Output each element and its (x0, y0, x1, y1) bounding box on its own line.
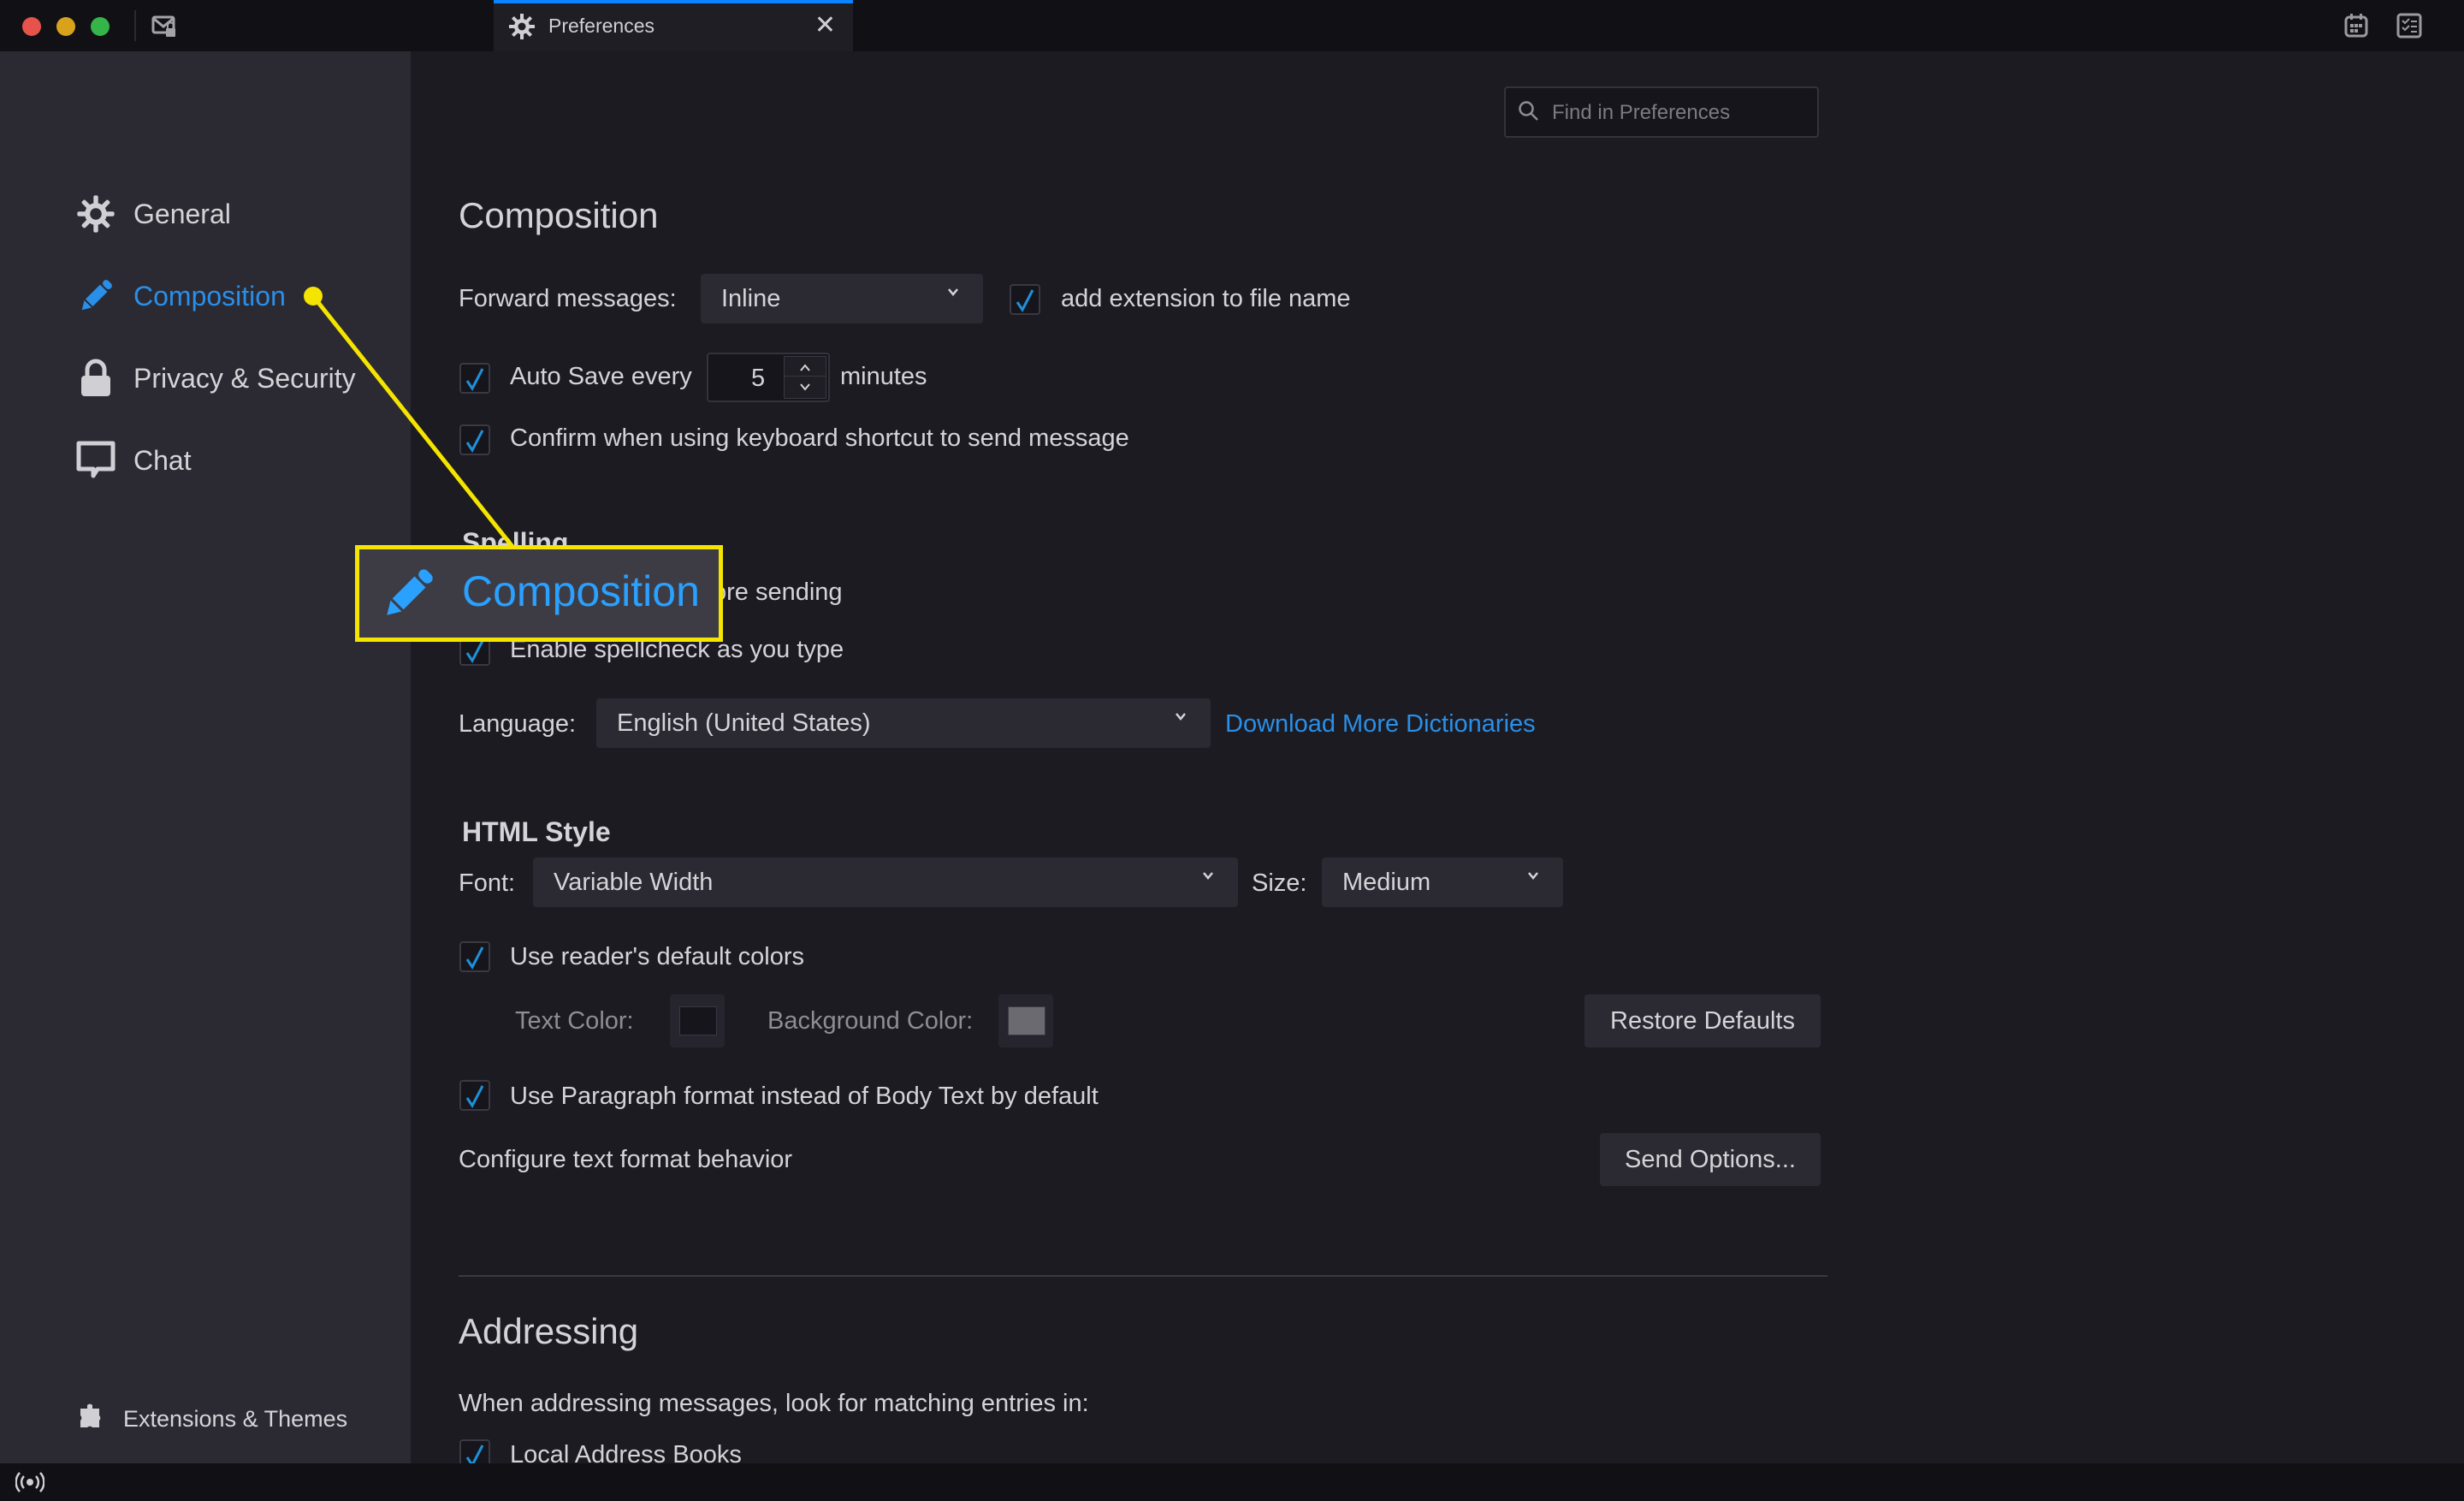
find-in-preferences-search[interactable] (1504, 86, 1819, 138)
title-bar: Preferences ✕ (0, 0, 2464, 51)
language-select[interactable]: English (United States) (596, 698, 1211, 748)
checkmark-icon (465, 946, 484, 970)
auto-save-checkbox[interactable] (459, 363, 490, 394)
checkmark-icon (465, 1085, 484, 1108)
section-divider (459, 1275, 1827, 1277)
language-label: Language: (459, 710, 577, 738)
size-select[interactable]: Medium (1322, 857, 1563, 907)
chevron-down-icon (1203, 872, 1213, 880)
sidebar-item-label: General (133, 198, 231, 229)
forward-messages-label: Forward messages: (459, 285, 677, 312)
tasks-icon[interactable] (2396, 12, 2423, 39)
auto-save-label: Auto Save every (510, 363, 692, 390)
reader-default-colors-label: Use reader's default colors (510, 943, 805, 970)
forward-messages-select[interactable]: Inline (701, 274, 983, 323)
calendar-icon[interactable] (2343, 12, 2370, 39)
sidebar-item-chat[interactable]: Chat (75, 436, 192, 484)
callout-label: Composition (462, 567, 700, 615)
search-icon (1518, 100, 1540, 127)
online-status-icon[interactable] (15, 1470, 45, 1498)
sidebar: General Composition Privacy & Security C… (0, 51, 411, 1463)
addressing-heading: Addressing (459, 1311, 639, 1351)
size-label: Size: (1252, 869, 1307, 897)
reader-default-colors-checkbox[interactable] (459, 941, 490, 972)
text-color-picker[interactable] (670, 994, 725, 1047)
maximize-window-button[interactable] (91, 17, 110, 36)
tab-preferences[interactable]: Preferences ✕ (494, 0, 853, 51)
gear-icon (507, 12, 536, 45)
language-value: English (United States) (617, 709, 871, 737)
extensions-themes-label: Extensions & Themes (123, 1406, 348, 1432)
puzzle-icon (79, 1403, 104, 1435)
html-style-heading: HTML Style (462, 816, 611, 847)
checkmark-icon (465, 640, 484, 663)
extensions-themes-link[interactable]: Extensions & Themes (79, 1403, 347, 1435)
sidebar-item-general[interactable]: General (75, 190, 231, 238)
chevron-down-icon (1176, 713, 1186, 721)
chat-bubble-icon (75, 440, 116, 481)
sidebar-item-label: Composition (133, 280, 286, 311)
close-window-button[interactable] (22, 17, 41, 36)
add-extension-label: add extension to file name (1061, 285, 1351, 312)
composition-callout: Composition (355, 545, 723, 642)
paragraph-format-checkbox[interactable] (459, 1080, 490, 1111)
auto-save-minutes-stepper[interactable]: 5 (707, 353, 830, 402)
checkmark-icon (465, 430, 484, 453)
mail-lock-icon[interactable] (151, 12, 178, 39)
tab-label: Preferences (548, 15, 655, 37)
restore-defaults-button[interactable]: Restore Defaults (1584, 994, 1821, 1047)
search-input[interactable] (1550, 97, 1810, 129)
sidebar-item-label: Chat (133, 444, 192, 476)
composition-heading: Composition (459, 195, 659, 235)
background-color-swatch (1008, 1006, 1045, 1035)
font-value: Variable Width (554, 868, 714, 896)
lock-icon (75, 358, 116, 399)
download-dictionaries-link[interactable]: Download More Dictionaries (1225, 710, 1536, 739)
minutes-label: minutes (840, 363, 927, 390)
sidebar-item-composition[interactable]: Composition (75, 272, 286, 320)
chevron-down-icon (948, 288, 958, 296)
background-color-label: Background Color: (767, 1007, 974, 1035)
tab-active-indicator (494, 0, 853, 3)
minimize-window-button[interactable] (56, 17, 75, 36)
sidebar-item-label: Privacy & Security (133, 362, 356, 394)
pencil-icon (378, 563, 438, 629)
addressing-description: When addressing messages, look for match… (459, 1390, 1089, 1417)
auto-save-minutes-value: 5 (751, 365, 766, 392)
confirm-shortcut-label: Confirm when using keyboard shortcut to … (510, 424, 1129, 452)
forward-messages-value: Inline (721, 284, 781, 312)
checkmark-icon (1016, 289, 1034, 312)
paragraph-format-label: Use Paragraph format instead of Body Tex… (510, 1083, 1099, 1110)
font-label: Font: (459, 869, 516, 897)
gear-icon (75, 193, 116, 234)
text-color-label: Text Color: (515, 1007, 634, 1035)
text-color-swatch (679, 1006, 717, 1035)
font-select[interactable]: Variable Width (533, 857, 1238, 907)
stepper-down-button[interactable] (784, 376, 826, 399)
close-icon[interactable]: ✕ (814, 10, 836, 40)
status-bar (0, 1463, 2464, 1501)
pencil-icon (75, 276, 116, 317)
titlebar-divider (134, 10, 136, 41)
send-options-button[interactable]: Send Options... (1600, 1133, 1821, 1186)
background-color-picker[interactable] (998, 994, 1053, 1047)
configure-text-format-label: Configure text format behavior (459, 1146, 793, 1173)
chevron-down-icon (1528, 872, 1538, 880)
checkmark-icon (465, 368, 484, 391)
sidebar-item-privacy-security[interactable]: Privacy & Security (75, 354, 356, 402)
add-extension-checkbox[interactable] (1010, 284, 1040, 315)
confirm-shortcut-checkbox[interactable] (459, 424, 490, 455)
size-value: Medium (1342, 868, 1431, 896)
